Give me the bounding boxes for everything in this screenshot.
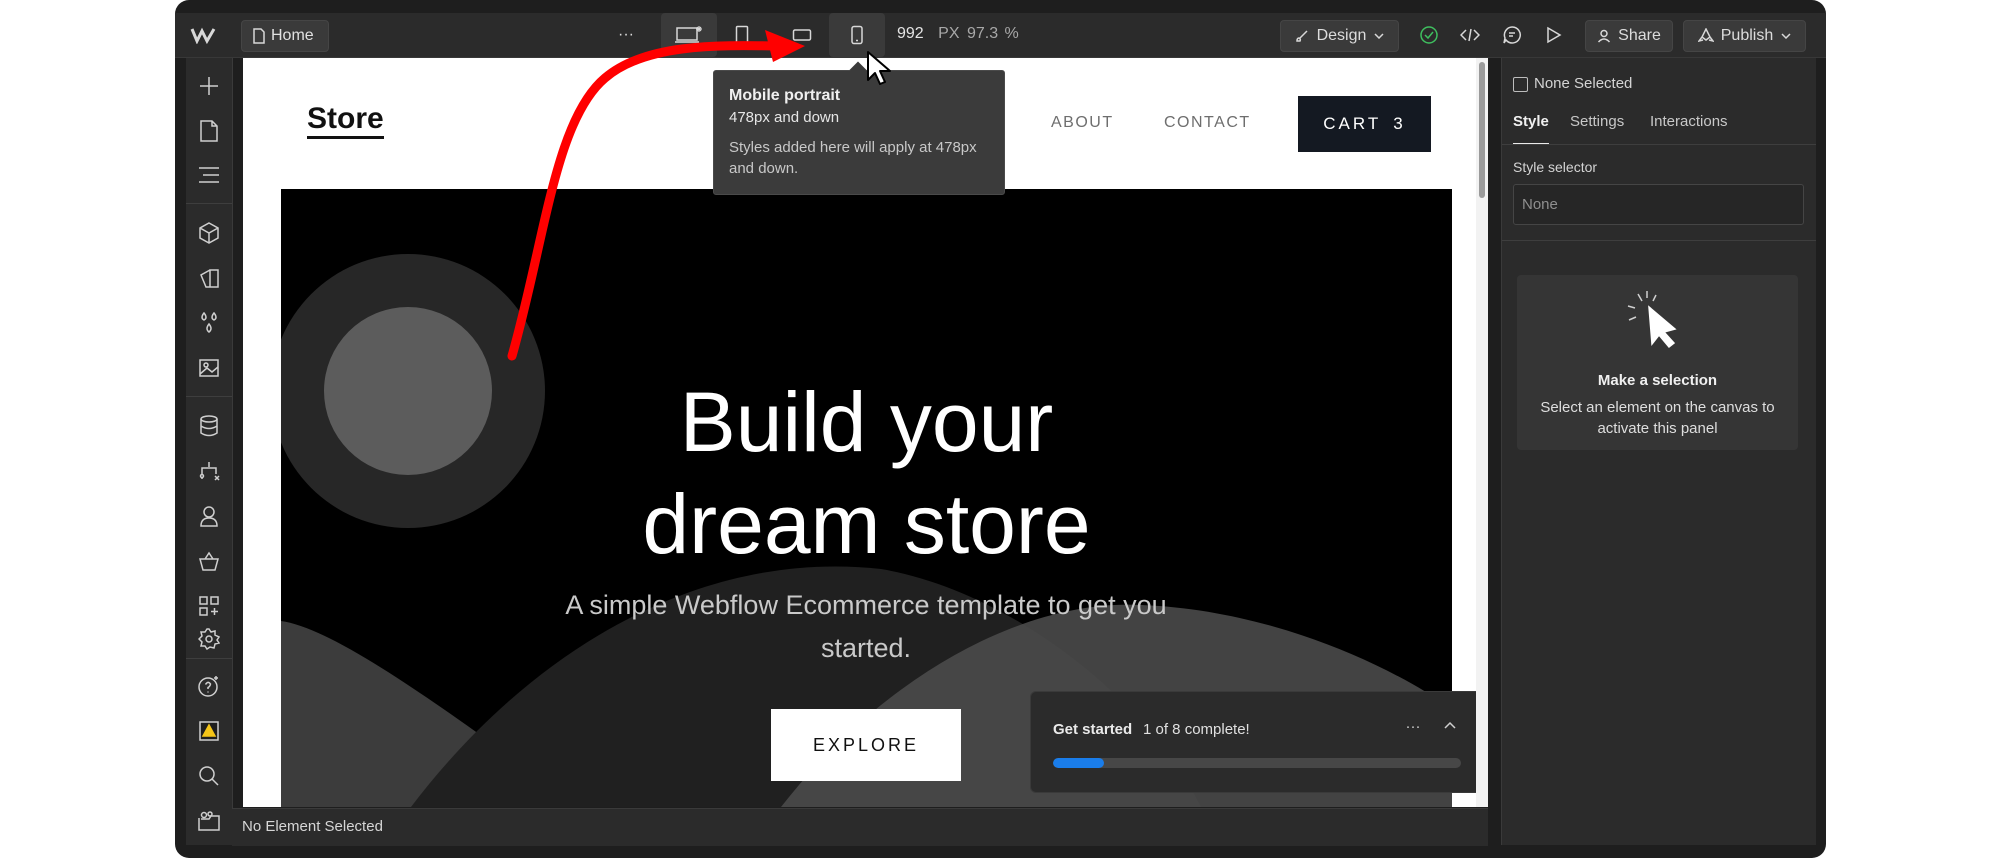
annotation-arrow [507, 30, 805, 361]
mouse-cursor-icon [867, 51, 891, 85]
webflow-designer-window: Home ··· 992 PX 97.3 % Design Share Publ… [175, 0, 1826, 858]
